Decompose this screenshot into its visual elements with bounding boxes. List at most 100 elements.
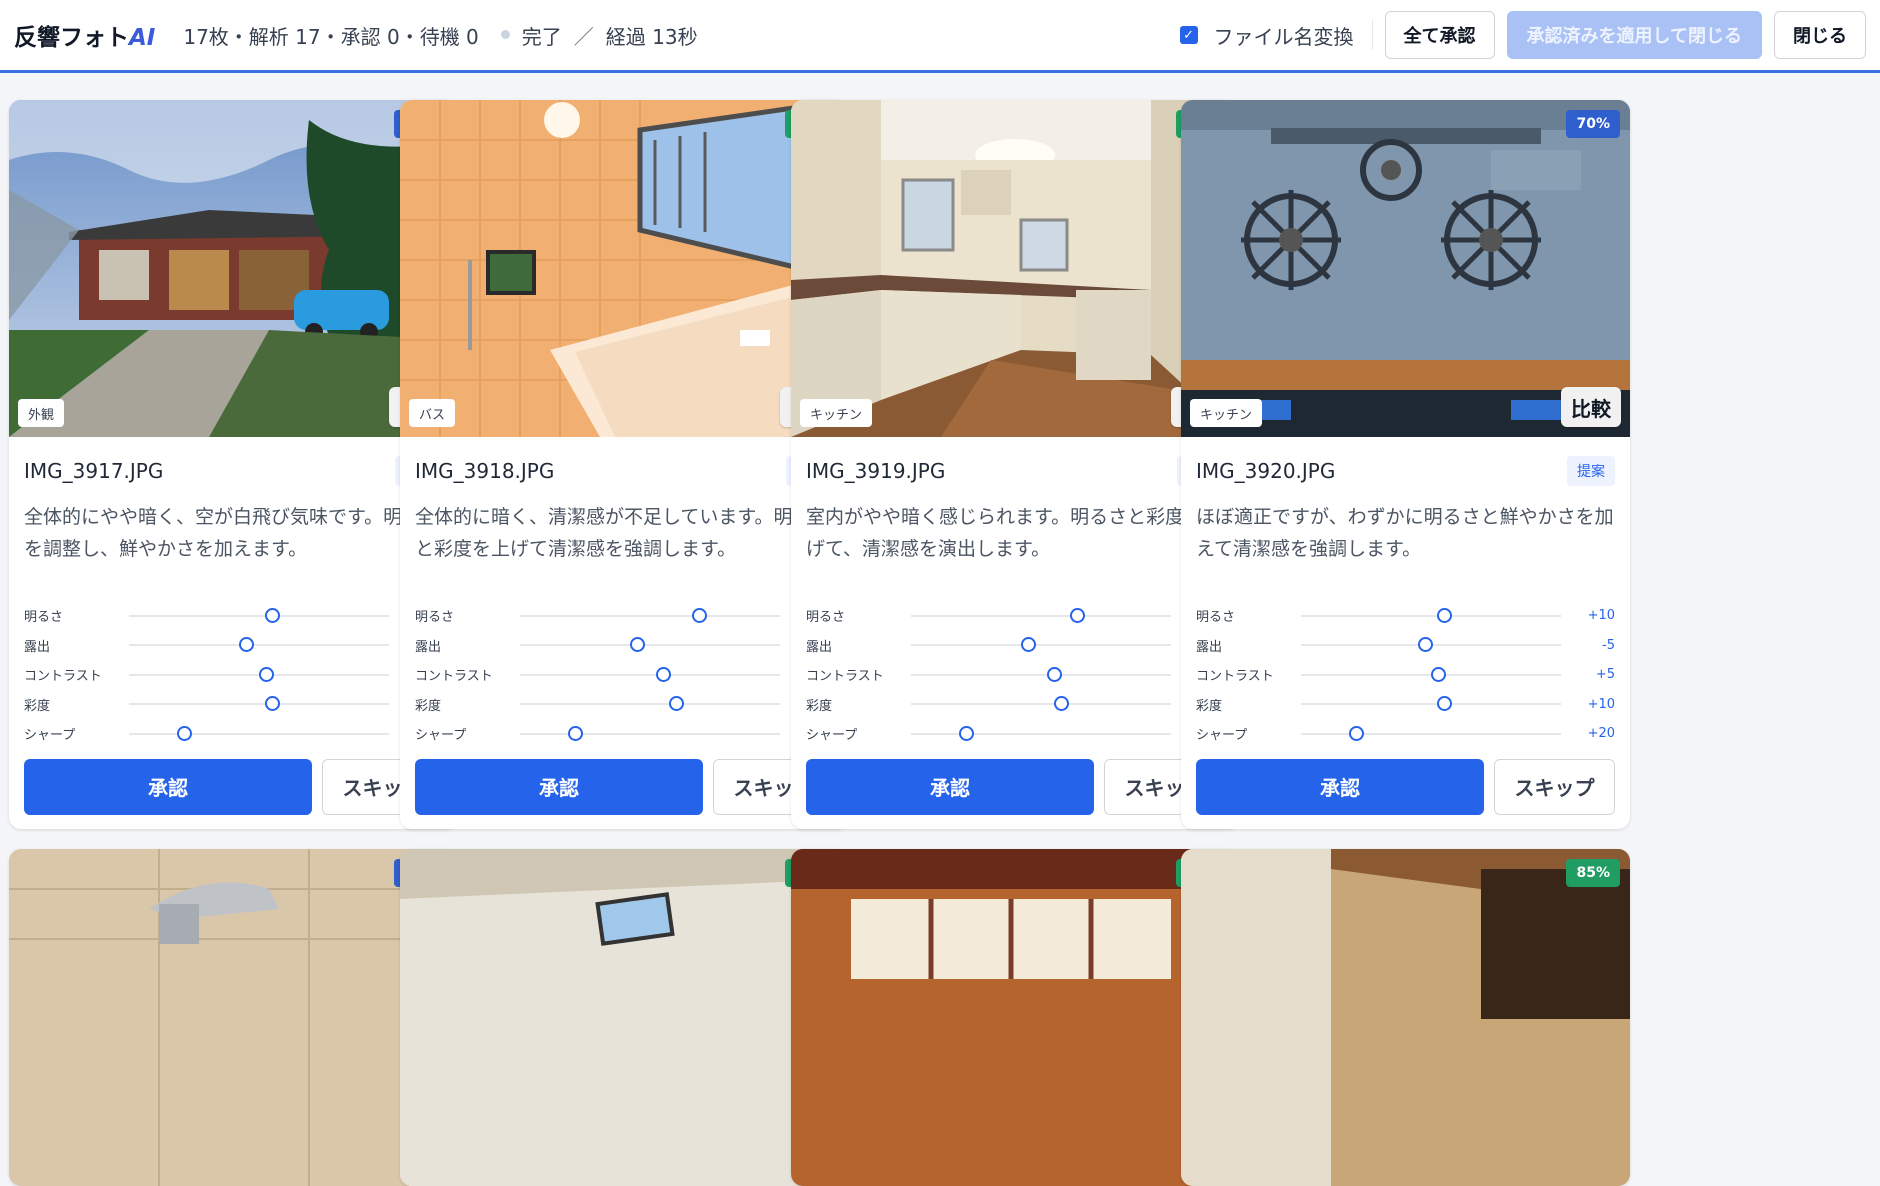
adjust-slider-row: シャープ +20: [24, 719, 443, 749]
confidence-badge: 85%: [1566, 859, 1620, 887]
adjustment-sliders: 明るさ +10 露出 -5 コントラスト +5 彩度 +10 シャープ +20: [1196, 601, 1615, 749]
slider-knob[interactable]: [958, 725, 974, 741]
photo-card: 70% キッチン 比較 IMG_3920.JPG 提案 ほぼ適正ですが、わずかに…: [1181, 100, 1630, 829]
adjust-slider[interactable]: [520, 607, 780, 623]
slider-knob[interactable]: [567, 725, 583, 741]
slider-value: +10: [1587, 696, 1615, 712]
adjust-slider[interactable]: [129, 725, 389, 741]
apply-and-close-button[interactable]: 承認済みを適用して閉じる: [1506, 11, 1762, 59]
analysis-description: ほぼ適正ですが、わずかに明るさと鮮やかさを加えて清潔感を強調します。: [1196, 506, 1614, 560]
adjust-slider[interactable]: [1301, 696, 1561, 712]
approve-button[interactable]: 承認: [24, 758, 312, 815]
suggestion-tag: 提案: [1567, 456, 1615, 486]
slider-knob[interactable]: [1417, 637, 1433, 653]
adjust-slider[interactable]: [911, 637, 1171, 653]
status-dot-icon: [500, 29, 510, 39]
adjust-slider[interactable]: [129, 637, 389, 653]
skip-button[interactable]: スキップ: [1494, 758, 1615, 815]
slider-knob[interactable]: [656, 666, 671, 682]
category-badge: キッチン: [1190, 399, 1263, 427]
slider-knob[interactable]: [1430, 666, 1446, 682]
card-body: IMG_3919.JPG 提案 室内がやや暗く感じられます。明るさと彩度を上げて…: [791, 437, 1240, 829]
approve-button[interactable]: 承認: [415, 758, 703, 815]
adjust-slider[interactable]: [520, 725, 780, 741]
slider-label: 彩度: [415, 698, 442, 714]
photo-card: 85%: [1181, 849, 1630, 1186]
slider-knob[interactable]: [1021, 637, 1036, 653]
close-button[interactable]: 閉じる: [1774, 11, 1866, 59]
adjust-slider[interactable]: [1301, 725, 1561, 741]
photo-thumbnail[interactable]: 90% バス 比較: [400, 100, 849, 437]
adjust-slider[interactable]: [911, 666, 1171, 682]
slider-knob[interactable]: [239, 637, 254, 653]
elapsed-time: 経過 13秒: [605, 24, 698, 49]
adjust-slider-row: シャープ +20: [1196, 719, 1615, 749]
slider-knob[interactable]: [258, 666, 274, 682]
adjust-slider[interactable]: [520, 637, 780, 653]
approve-button[interactable]: 承認: [806, 758, 1094, 815]
adjust-slider[interactable]: [129, 607, 389, 623]
slider-knob[interactable]: [265, 696, 280, 712]
adjust-slider[interactable]: [911, 607, 1171, 623]
adjust-slider[interactable]: [129, 666, 389, 682]
photo-thumbnail[interactable]: 85%: [1181, 849, 1630, 1186]
progress-stats: 17枚・解析 17・承認 0・待機 0: [183, 24, 479, 49]
adjust-slider-row: 明るさ +10: [24, 601, 443, 631]
approve-button[interactable]: 承認: [1196, 758, 1484, 815]
adjust-slider[interactable]: [1301, 637, 1561, 653]
adjust-slider-row: コントラスト +10: [806, 660, 1225, 690]
slider-label: 明るさ: [24, 610, 64, 626]
adjust-slider-row: 明るさ +30: [806, 601, 1225, 631]
photo-thumbnail[interactable]: 85%: [791, 849, 1240, 1186]
rename-checkbox[interactable]: ✓: [1179, 26, 1198, 44]
rename-toggle[interactable]: ✓ ファイル名変換: [1179, 20, 1373, 50]
slider-label: コントラスト: [1196, 669, 1274, 685]
adjust-slider[interactable]: [911, 725, 1171, 741]
slider-knob[interactable]: [1437, 696, 1452, 712]
slider-knob[interactable]: [669, 696, 684, 712]
slider-knob[interactable]: [692, 607, 708, 623]
photo-card: 85%: [791, 849, 1240, 1186]
adjust-slider[interactable]: [1301, 607, 1561, 623]
slider-label: 明るさ: [415, 610, 455, 626]
adjust-slider-row: シャープ +20: [415, 719, 834, 749]
file-name: IMG_3918.JPG: [415, 459, 555, 483]
adjust-slider[interactable]: [911, 696, 1171, 712]
app-logo: 反響フォトAI: [14, 18, 155, 52]
photo-thumbnail[interactable]: 80%: [400, 849, 849, 1186]
photo-thumbnail[interactable]: 75% 外観 比較: [9, 100, 458, 437]
adjust-slider-row: コントラスト +5: [1196, 660, 1615, 690]
slider-label: 明るさ: [1196, 610, 1236, 626]
card-body: IMG_3920.JPG 提案 ほぼ適正ですが、わずかに明るさと鮮やかさを加えて…: [1181, 437, 1630, 829]
slider-knob[interactable]: [265, 607, 280, 623]
adjust-slider[interactable]: [520, 696, 780, 712]
slider-value: +10: [1587, 608, 1615, 624]
adjust-slider[interactable]: [129, 696, 389, 712]
slider-value: -5: [1602, 637, 1615, 653]
adjust-slider-row: 彩度 +15: [806, 690, 1225, 720]
slider-knob[interactable]: [1437, 607, 1452, 623]
adjust-slider[interactable]: [520, 666, 780, 682]
slider-knob[interactable]: [1348, 725, 1364, 741]
file-name: IMG_3919.JPG: [806, 459, 946, 483]
photo-thumbnail[interactable]: 85% キッチン 比較: [791, 100, 1240, 437]
slider-label: 彩度: [806, 698, 833, 714]
slider-knob[interactable]: [630, 637, 645, 653]
slider-label: 露出: [806, 639, 833, 655]
photo-thumbnail[interactable]: 70% キッチン 比較: [1181, 100, 1630, 437]
analysis-description: 全体的にやや暗く、空が白飛び気味です。明るさを調整し、鮮やかさを加えます。: [24, 506, 441, 560]
slider-knob[interactable]: [1070, 607, 1086, 623]
slider-label: 露出: [24, 639, 51, 655]
brand-ai: AI: [129, 25, 156, 51]
photo-thumbnail[interactable]: 70%: [9, 849, 458, 1186]
slider-label: コントラスト: [415, 669, 493, 685]
slider-knob[interactable]: [1053, 696, 1069, 712]
rename-label: ファイル名変換: [1213, 24, 1354, 49]
slider-knob[interactable]: [176, 725, 192, 741]
slider-knob[interactable]: [1047, 666, 1062, 682]
adjust-slider[interactable]: [1301, 666, 1561, 682]
compare-button[interactable]: 比較: [1561, 387, 1621, 427]
adjustment-sliders: 明るさ +10 露出 -10 コントラスト +5 彩度 +10: [24, 601, 443, 749]
approve-all-button[interactable]: 全て承認: [1384, 11, 1495, 59]
file-name: IMG_3917.JPG: [24, 459, 164, 483]
